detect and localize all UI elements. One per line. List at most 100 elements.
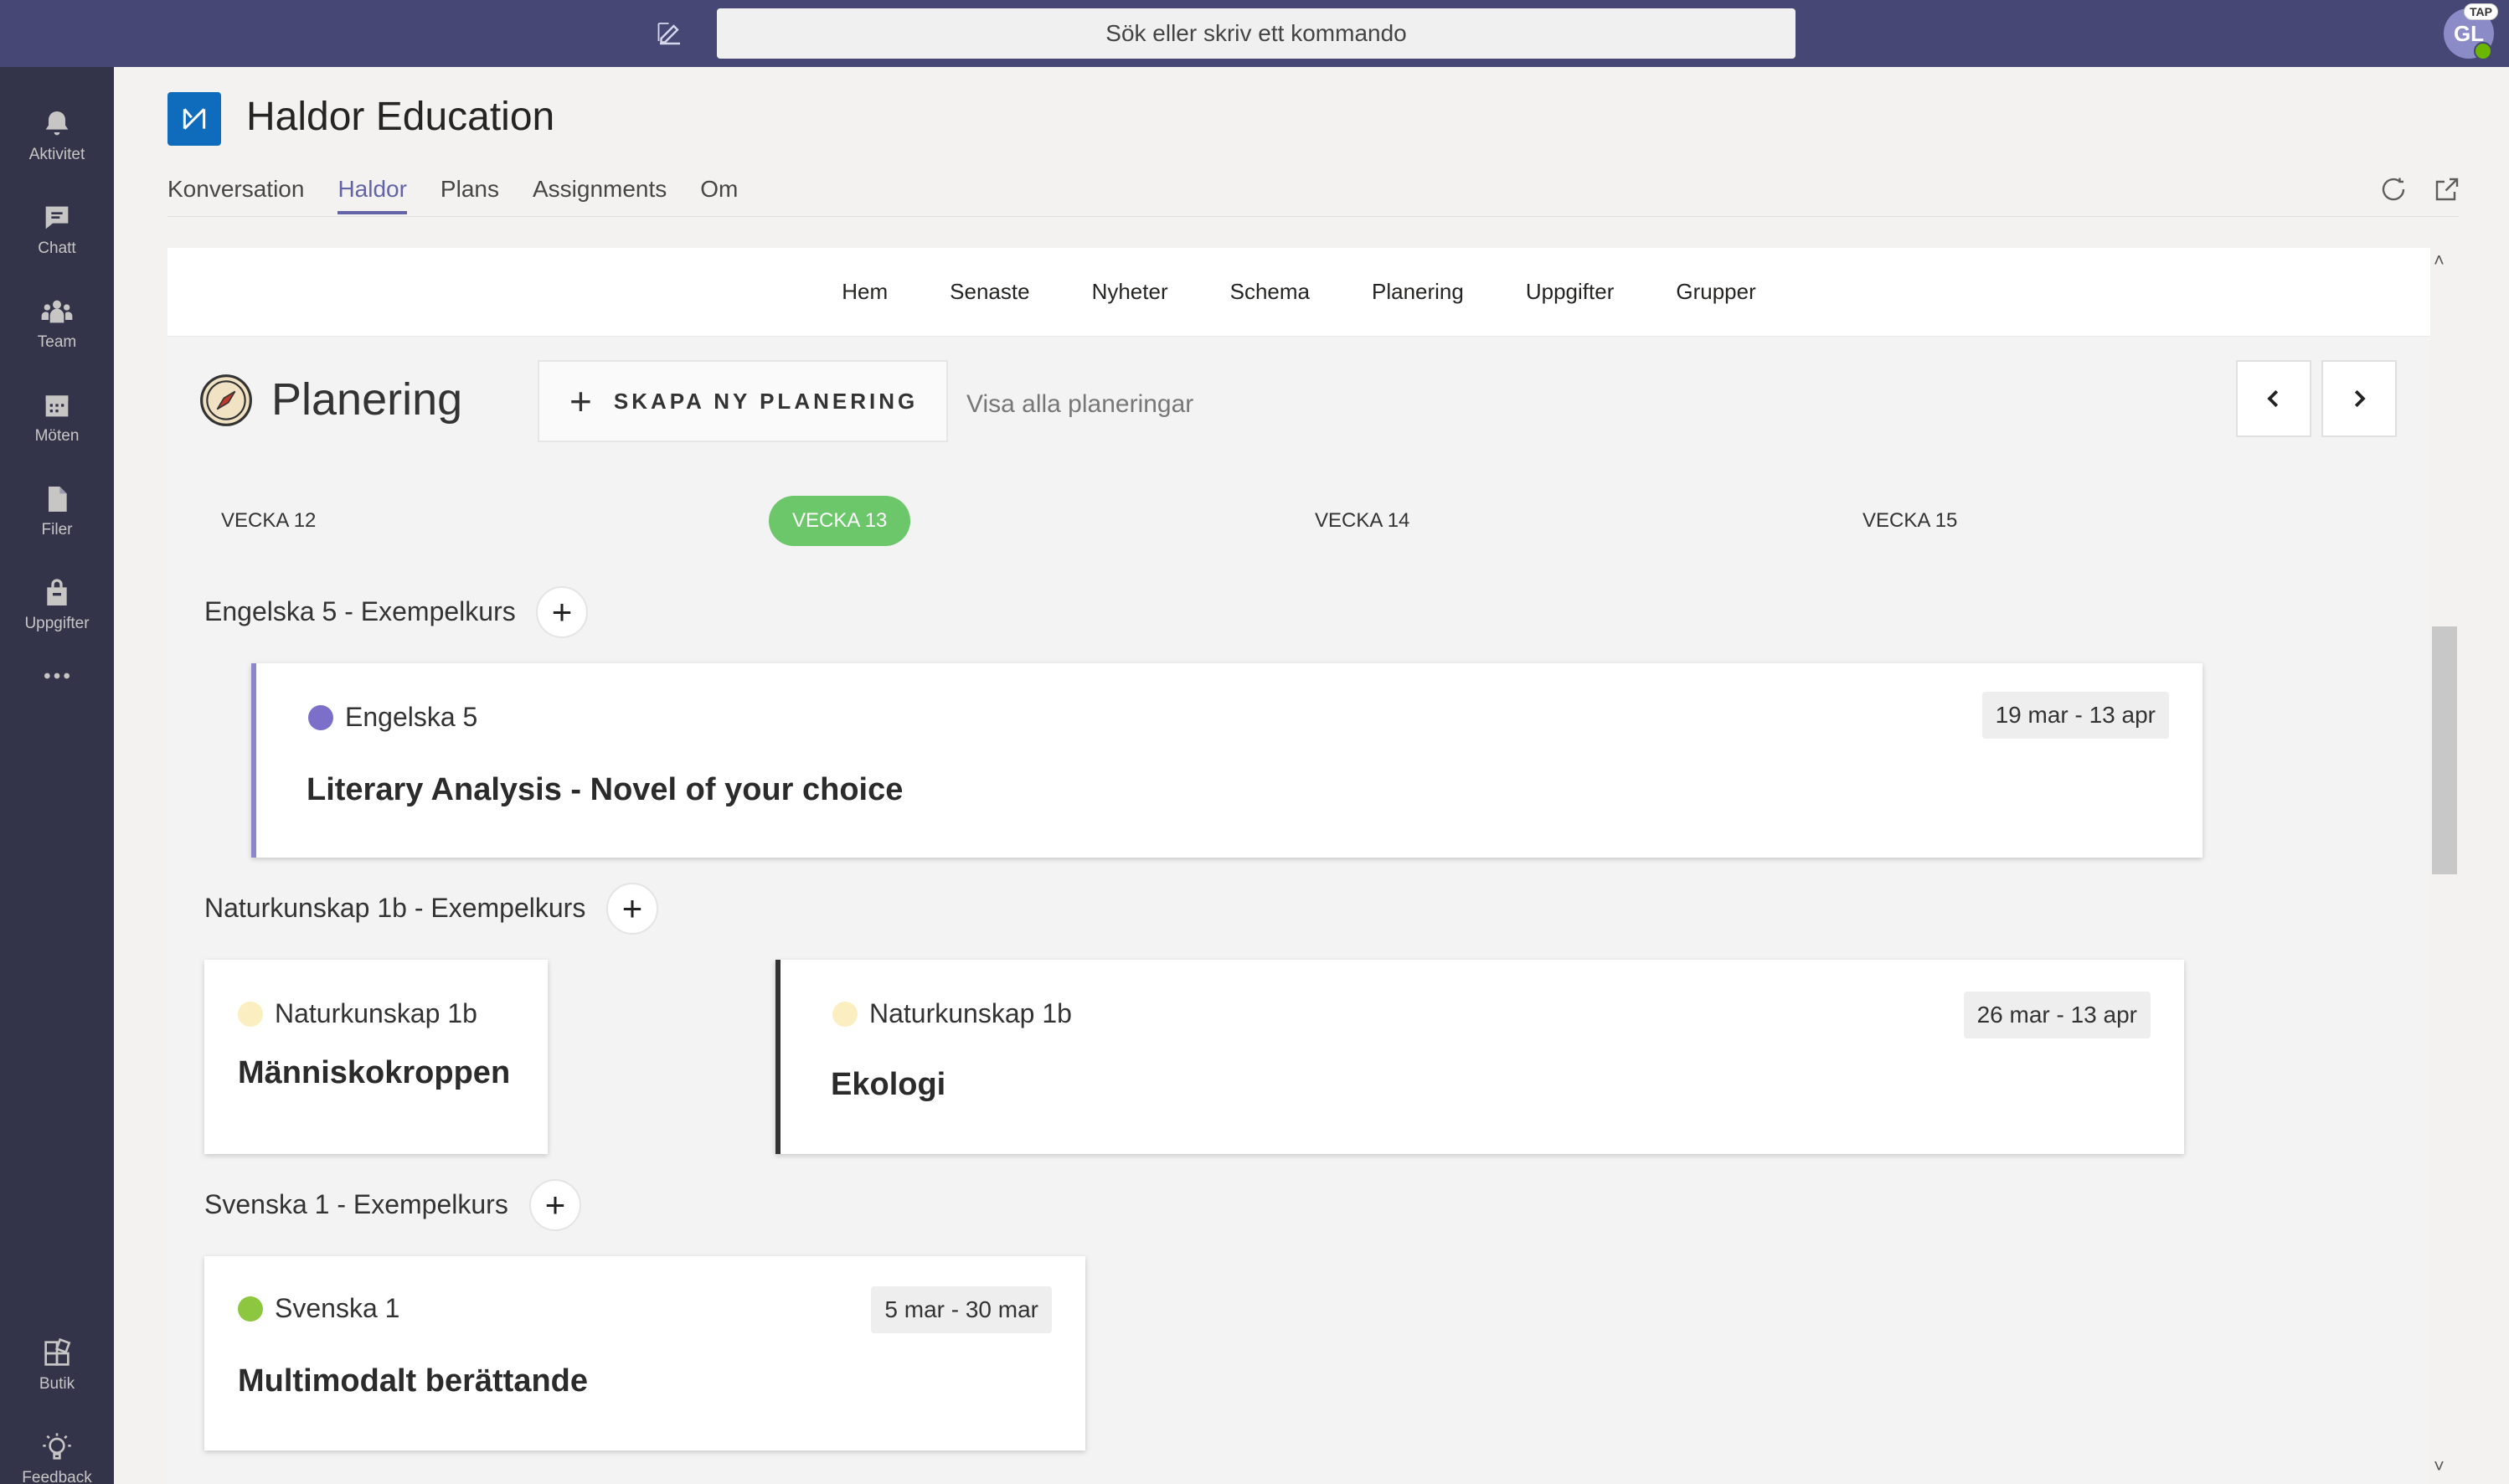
plan-card[interactable]: Svenska 1 Multimodalt berättande 5 mar -… [204, 1256, 1085, 1451]
add-plan-button[interactable]: + [536, 586, 588, 638]
tab-haldor[interactable]: Haldor [337, 176, 407, 214]
week-label-current: VECKA 13 [769, 496, 911, 546]
page-title: Planering [271, 374, 463, 425]
plus-icon: + [551, 592, 573, 631]
subject-label: Naturkunskap 1b [275, 998, 477, 1028]
scrollbar-thumb[interactable] [2432, 626, 2457, 874]
plus-icon: + [544, 1185, 566, 1224]
group-title: Svenska 1 - Exempelkurs [204, 1189, 508, 1219]
plan-subject: Svenska 1 [238, 1293, 399, 1324]
rail-item-label: Filer [41, 521, 73, 538]
plan-title: Literary Analysis - Novel of your choice [307, 772, 904, 807]
plan-card[interactable]: Naturkunskap 1b Ekologi 26 mar - 13 apr [775, 960, 2184, 1154]
add-plan-button[interactable]: + [606, 883, 658, 935]
haldor-subnav: Hem Senaste Nyheter Schema Planering Upp… [167, 248, 2430, 337]
haldor-logo [167, 92, 221, 146]
rail-item-label: Aktivitet [28, 146, 85, 163]
subnav-planering[interactable]: Planering [1341, 279, 1495, 305]
haldor-content: Hem Senaste Nyheter Schema Planering Upp… [167, 248, 2430, 1484]
rail-item-chat[interactable]: Chatt [0, 188, 114, 271]
rail-item-feedback[interactable]: Feedback [0, 1417, 114, 1484]
team-icon [41, 300, 73, 323]
plan-title: Människokroppen [238, 1055, 511, 1090]
subject-label: Engelska 5 [345, 702, 478, 732]
chevron-right-icon [2354, 389, 2366, 408]
subject-color-dot [832, 1001, 858, 1027]
rail-item-label: Chatt [38, 240, 76, 257]
subnav-schema[interactable]: Schema [1199, 279, 1341, 305]
tab-assignments[interactable]: Assignments [533, 176, 667, 214]
compass-icon [200, 374, 252, 426]
search-input[interactable]: Sök eller skriv ett kommando [717, 8, 1795, 59]
header-divider [167, 216, 2459, 217]
scroll-down-icon[interactable]: ˅ [2434, 1456, 2445, 1477]
plan-subject: Engelska 5 [308, 702, 477, 733]
subnav-nyheter[interactable]: Nyheter [1061, 279, 1199, 305]
subject-label: Naturkunskap 1b [869, 998, 1072, 1028]
apps-icon [44, 1337, 71, 1366]
subject-color-dot [238, 1296, 263, 1322]
plan-card[interactable]: Naturkunskap 1b Människokroppen [204, 960, 548, 1154]
refresh-icon[interactable] [2378, 174, 2409, 204]
scroll-up-icon[interactable]: ˄ [2434, 250, 2445, 271]
subnav-senaste[interactable]: Senaste [919, 279, 1060, 305]
date-range-badge: 26 mar - 13 apr [1963, 992, 2151, 1038]
plus-icon: + [569, 379, 592, 423]
rail-item-more[interactable] [0, 636, 114, 720]
rail-item-label: Team [37, 333, 77, 351]
add-plan-button[interactable]: + [529, 1179, 581, 1231]
plan-title: Multimodalt berättande [238, 1363, 589, 1399]
rail-item-meetings[interactable]: Möten [0, 375, 114, 459]
rail-item-store[interactable]: Butik [0, 1323, 114, 1407]
subnav-grupper[interactable]: Grupper [1645, 279, 1786, 305]
avatar-tag-badge: TAP [2464, 3, 2498, 20]
file-icon [49, 487, 67, 512]
subnav-uppgifter[interactable]: Uppgifter [1495, 279, 1646, 305]
create-plan-button[interactable]: + SKAPA NY PLANERING [538, 360, 948, 442]
app-title: Haldor Education [246, 95, 555, 139]
bag-icon [47, 579, 67, 605]
plan-title: Ekologi [831, 1067, 946, 1102]
date-range-badge: 19 mar - 13 apr [1981, 692, 2169, 739]
group-title: Naturkunskap 1b - Exempelkurs [204, 893, 586, 923]
tab-plans[interactable]: Plans [440, 176, 499, 214]
rail-item-label: Uppgifter [24, 615, 90, 632]
rail-item-label: Feedback [22, 1469, 92, 1484]
popout-icon[interactable] [2432, 174, 2462, 204]
rail-item-files[interactable]: Filer [0, 469, 114, 553]
create-plan-label: SKAPA NY PLANERING [613, 388, 919, 414]
app-tabs: Konversation Haldor Plans Assignments Om [167, 176, 738, 214]
subnav-hem[interactable]: Hem [811, 279, 919, 305]
rail-item-team[interactable]: Team [0, 281, 114, 365]
next-week-button[interactable] [2321, 360, 2397, 437]
rail-item-label: Möten [34, 427, 80, 445]
plus-icon: + [621, 889, 643, 928]
presence-available-icon [2474, 42, 2492, 60]
tab-konversation[interactable]: Konversation [167, 176, 304, 214]
subject-color-dot [308, 704, 333, 730]
left-rail: Aktivitet Chatt Team Möten Filer Uppgift… [0, 67, 114, 1484]
subject-color-dot [238, 1001, 263, 1027]
rail-item-activity[interactable]: Aktivitet [0, 94, 114, 178]
rail-item-assignments[interactable]: Uppgifter [0, 563, 114, 647]
more-icon [44, 672, 70, 679]
week-label: VECKA 15 [1862, 509, 1958, 532]
date-range-badge: 5 mar - 30 mar [871, 1286, 1052, 1333]
subject-label: Svenska 1 [275, 1293, 400, 1323]
plan-card[interactable]: Engelska 5 Literary Analysis - Novel of … [251, 663, 2202, 858]
tab-om[interactable]: Om [700, 176, 738, 214]
bell-icon [45, 111, 69, 136]
week-label: VECKA 12 [221, 509, 317, 532]
group-title: Engelska 5 - Exempelkurs [204, 596, 516, 626]
rail-item-label: Butik [39, 1375, 75, 1393]
chat-icon [45, 206, 69, 229]
calendar-icon [45, 395, 69, 417]
view-all-plans-link[interactable]: Visa alla planeringar [966, 390, 1193, 419]
plan-subject: Naturkunskap 1b [238, 998, 477, 1029]
top-bar: Sök eller skriv ett kommando GL TAP [0, 0, 2509, 67]
prev-week-button[interactable] [2236, 360, 2311, 437]
chevron-left-icon [2267, 389, 2279, 408]
lightbulb-icon [43, 1433, 71, 1460]
compose-icon[interactable] [653, 18, 687, 49]
plan-subject: Naturkunskap 1b [832, 998, 1072, 1029]
